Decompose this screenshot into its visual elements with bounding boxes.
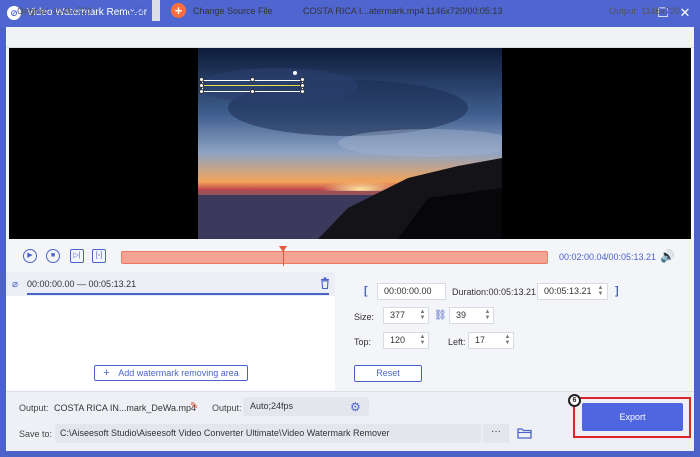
resize-handle[interactable]	[199, 89, 204, 94]
eraser-icon: ⌀	[12, 279, 19, 290]
left-label: Left:	[448, 337, 466, 347]
set-end-icon[interactable]: ]	[615, 285, 619, 297]
output-resolution: Output: 1146x720	[609, 6, 680, 16]
source-info: 1146x720/00:05:13	[426, 6, 503, 16]
current-time: 00:02:00.04	[559, 252, 607, 262]
reset-button[interactable]: Reset	[354, 365, 422, 382]
source-filename: COSTA RICA I...atermark.mp4	[303, 6, 425, 16]
gear-icon[interactable]: ⚙	[350, 400, 361, 414]
export-button[interactable]: Export	[582, 403, 683, 431]
browse-button[interactable]: ···	[483, 424, 509, 443]
resize-handle[interactable]	[199, 77, 204, 82]
loop-icon[interactable]: [▫]	[92, 249, 106, 263]
add-area-label: Add watermark removing area	[118, 368, 239, 378]
height-stepper[interactable]: ▲ ▼	[483, 309, 492, 321]
change-source-button[interactable]: Change Source File	[193, 6, 273, 16]
volume-icon[interactable]: 🔊	[660, 249, 675, 263]
info-bar	[6, 27, 694, 48]
plus-icon: +	[103, 367, 110, 379]
save-path-field[interactable]: C:\Aiseesoft Studio\Aiseesoft Video Conv…	[55, 424, 481, 443]
total-time: /00:05:13.21	[606, 252, 657, 262]
resize-handle[interactable]	[300, 83, 305, 88]
clip-range-bar	[27, 293, 329, 295]
play-icon[interactable]: ▶	[23, 249, 37, 263]
resize-handle[interactable]	[300, 77, 305, 82]
duration-label: Duration:00:05:13.21	[452, 287, 537, 297]
stop-icon[interactable]: ■	[46, 249, 60, 263]
next-frame-icon[interactable]: ▷|	[70, 249, 84, 263]
trash-icon[interactable]	[320, 277, 330, 290]
add-file-icon[interactable]: +	[171, 3, 186, 18]
output-filename: COSTA RICA IN...mark_DeWa.mp4	[54, 403, 197, 413]
timeline-track[interactable]	[121, 251, 548, 264]
open-folder-icon[interactable]	[517, 427, 532, 439]
left-stepper[interactable]: ▲ ▼	[503, 334, 512, 346]
playhead-marker[interactable]	[279, 246, 287, 252]
end-time-stepper[interactable]: ▲ ▼	[596, 285, 605, 297]
width-stepper[interactable]: ▲ ▼	[418, 309, 427, 321]
step-badge: 6	[568, 394, 581, 407]
format-label: Output:	[212, 403, 242, 413]
add-watermark-area-button[interactable]: + Add watermark removing area	[94, 365, 248, 381]
output-label: Output:	[19, 403, 49, 413]
size-label: Size:	[354, 312, 375, 322]
resize-handle[interactable]	[250, 77, 255, 82]
start-time-field[interactable]: 00:00:00.00	[377, 283, 446, 300]
resize-handle[interactable]	[300, 89, 305, 94]
watermark-guide	[202, 85, 303, 86]
clip-time-range: 00:00:00.00 — 00:05:13.21	[27, 279, 137, 289]
resize-handle[interactable]	[250, 89, 255, 94]
top-label: Top:	[354, 337, 372, 347]
tab-separator	[152, 0, 160, 21]
top-stepper[interactable]: ▲ ▼	[418, 334, 427, 346]
set-start-icon[interactable]: [	[364, 285, 368, 297]
resize-handle[interactable]	[199, 83, 204, 88]
edit-icon[interactable]: ✎	[190, 401, 198, 412]
save-to-label: Save to:	[19, 429, 53, 439]
eye-hide-icon[interactable]	[128, 4, 144, 16]
original-resolution: Original: 1146x720	[17, 6, 92, 16]
video-frame[interactable]	[198, 48, 502, 239]
link-icon[interactable]: ⛓	[434, 310, 447, 321]
